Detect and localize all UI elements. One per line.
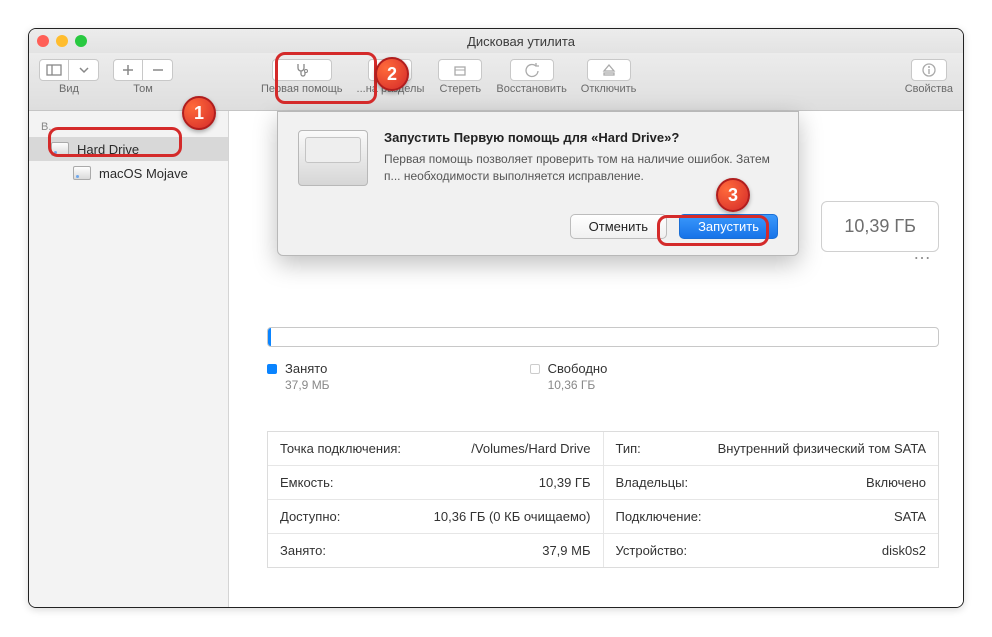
erase-icon bbox=[452, 62, 468, 78]
free-color-icon bbox=[530, 364, 540, 374]
toolbar: Вид Том Первая помощь ...на разделы Стер… bbox=[29, 53, 963, 111]
dialog-message: Первая помощь позволяет проверить том на… bbox=[384, 151, 778, 185]
sidebar-item-label: macOS Mojave bbox=[99, 166, 188, 181]
volume-controls[interactable] bbox=[113, 59, 173, 81]
used-label: Занято bbox=[285, 361, 330, 376]
partition-label: ...на разделы bbox=[357, 83, 425, 95]
restore-icon bbox=[524, 62, 540, 78]
erase-button[interactable] bbox=[438, 59, 482, 81]
eject-icon bbox=[601, 62, 617, 78]
info-table: Точка подключения:/Volumes/Hard Drive Ти… bbox=[267, 431, 939, 568]
sidebar-icon bbox=[46, 62, 62, 78]
info-button[interactable] bbox=[911, 59, 947, 81]
unmount-button[interactable] bbox=[587, 59, 631, 81]
run-button[interactable]: Запустить bbox=[679, 214, 778, 239]
disk-icon bbox=[73, 166, 91, 180]
partition-button[interactable] bbox=[368, 59, 412, 81]
used-value: 37,9 МБ bbox=[285, 378, 330, 392]
cancel-button[interactable]: Отменить bbox=[570, 214, 667, 239]
unmount-label: Отключить bbox=[581, 83, 637, 95]
dialog-title: Запустить Первую помощь для «Hard Drive»… bbox=[384, 130, 778, 145]
add-volume-button[interactable] bbox=[113, 59, 143, 81]
first-aid-dialog: Запустить Первую помощь для «Hard Drive»… bbox=[277, 111, 799, 256]
erase-label: Стереть bbox=[440, 83, 482, 95]
more-icon[interactable]: … bbox=[913, 243, 933, 264]
drive-icon bbox=[298, 130, 368, 186]
free-label: Свободно bbox=[548, 361, 608, 376]
info-label: Свойства bbox=[905, 83, 953, 95]
restore-button[interactable] bbox=[510, 59, 554, 81]
sidebar-item-macos-mojave[interactable]: macOS Mojave bbox=[29, 161, 228, 185]
free-value: 10,36 ГБ bbox=[548, 378, 608, 392]
info-icon bbox=[921, 62, 937, 78]
close-icon[interactable] bbox=[37, 35, 49, 47]
window-title: Дисковая утилита bbox=[87, 34, 955, 49]
stethoscope-icon bbox=[294, 62, 310, 78]
titlebar: Дисковая утилита bbox=[29, 29, 963, 53]
disk-icon bbox=[51, 142, 69, 156]
chevron-down-icon bbox=[76, 62, 92, 78]
volume-label: Том bbox=[133, 83, 153, 95]
sidebar-section-header: В... bbox=[29, 117, 228, 137]
view-picker[interactable] bbox=[39, 59, 99, 81]
sidebar-item-label: Hard Drive bbox=[77, 142, 139, 157]
used-color-icon bbox=[267, 364, 277, 374]
maximize-icon[interactable] bbox=[75, 35, 87, 47]
remove-volume-button[interactable] bbox=[143, 59, 173, 81]
restore-label: Восстановить bbox=[496, 83, 566, 95]
window-controls bbox=[37, 35, 87, 47]
sidebar: В... Hard Drive macOS Mojave bbox=[29, 111, 229, 607]
minimize-icon[interactable] bbox=[56, 35, 68, 47]
first-aid-label: Первая помощь bbox=[261, 83, 343, 95]
sidebar-item-hard-drive[interactable]: Hard Drive bbox=[29, 137, 228, 161]
view-label: Вид bbox=[59, 83, 79, 95]
first-aid-button[interactable] bbox=[272, 59, 332, 81]
pie-icon bbox=[382, 62, 398, 78]
first-aid-group: Первая помощь bbox=[261, 59, 343, 95]
usage-bar bbox=[267, 327, 939, 347]
